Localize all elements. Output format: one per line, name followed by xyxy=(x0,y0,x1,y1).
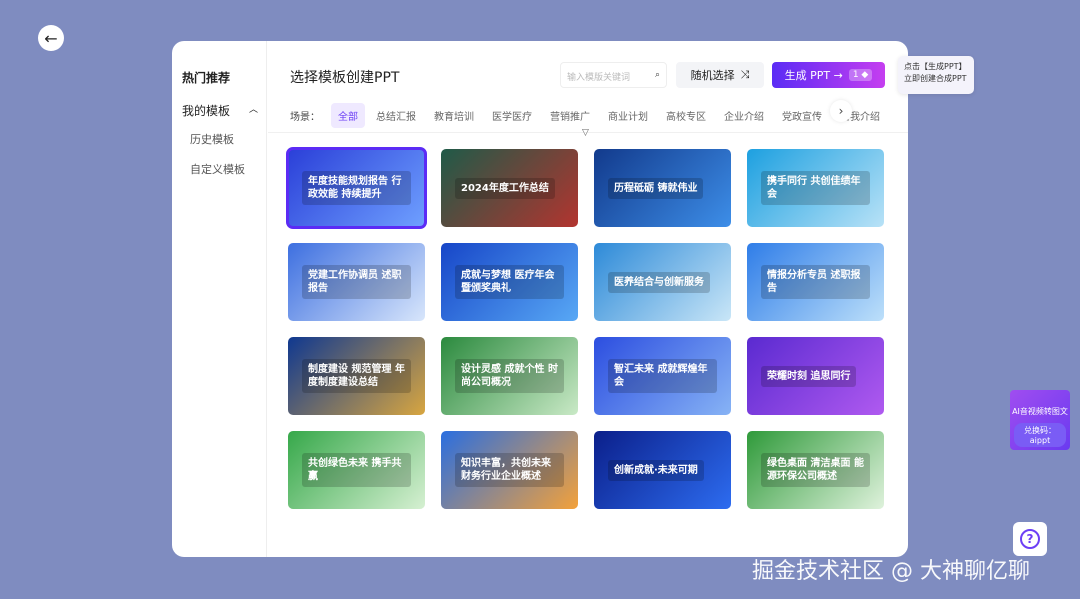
generate-ppt-button[interactable]: 生成 PPT → 1 ◆ xyxy=(772,62,885,88)
template-card[interactable]: 情报分析专员 述职报告 xyxy=(747,243,884,321)
generate-count-badge: 1 ◆ xyxy=(849,69,873,81)
template-card[interactable]: 医养结合与创新服务 xyxy=(594,243,731,321)
template-title: 携手同行 共创佳绩年会 xyxy=(761,171,870,205)
sidebar-group-label: 我的模板 xyxy=(182,102,230,119)
promo-widget[interactable]: AI音视频转图文兑换码：aippt xyxy=(1010,390,1070,450)
sidebar: 热门推荐 我的模板 ︿ 历史模板 自定义模板 xyxy=(172,41,267,557)
template-title: 知识丰富，共创未来 财务行业企业概述 xyxy=(455,453,564,487)
tab-education[interactable]: 教育培训 xyxy=(427,103,481,128)
template-card[interactable]: 成就与梦想 医疗年会暨颁奖典礼 xyxy=(441,243,578,321)
generate-label: 生成 PPT → xyxy=(785,67,843,83)
template-title: 设计灵感 成就个性 时尚公司概况 xyxy=(455,359,564,393)
tooltip-line: 立即创建合成PPT xyxy=(904,73,968,85)
scene-tabs: 场景： 全部 总结汇报 教育培训 医学医疗 营销推广 商业计划 高校专区 企业介… xyxy=(290,103,891,128)
tooltip-line: 点击【生成PPT】 xyxy=(904,61,968,73)
tab-party[interactable]: 党政宣传 xyxy=(775,103,829,128)
sidebar-hot[interactable]: 热门推荐 xyxy=(182,69,266,86)
arrow-left-icon: ← xyxy=(44,29,57,48)
promo-title: AI音视频转图文 xyxy=(1010,406,1070,417)
template-title: 2024年度工作总结 xyxy=(455,178,555,199)
template-title: 共创绿色未来 携手共赢 xyxy=(302,453,411,487)
template-title: 情报分析专员 述职报告 xyxy=(761,265,870,299)
template-card[interactable]: 荣耀时刻 追思同行 xyxy=(747,337,884,415)
template-card[interactable]: 知识丰富，共创未来 财务行业企业概述 xyxy=(441,431,578,509)
template-card[interactable]: 绿色桌面 清洁桌面 能源环保公司概述 xyxy=(747,431,884,509)
template-panel: 热门推荐 我的模板 ︿ 历史模板 自定义模板 选择模板创建PPT 输入模版关键词 ⌕… xyxy=(172,41,908,557)
template-title: 年度技能规划报告 行政效能 持续提升 xyxy=(302,171,411,205)
tab-university[interactable]: 高校专区 xyxy=(659,103,713,128)
generate-tooltip: 点击【生成PPT】立即创建合成PPT xyxy=(898,56,974,94)
random-select-button[interactable]: 随机选择 ⤨ xyxy=(676,62,764,88)
template-title: 绿色桌面 清洁桌面 能源环保公司概述 xyxy=(761,453,870,487)
count: 1 xyxy=(853,70,859,80)
template-card[interactable]: 携手同行 共创佳绩年会 xyxy=(747,149,884,227)
template-card[interactable]: 历程砥砺 铸就伟业 xyxy=(594,149,731,227)
tab-business-plan[interactable]: 商业计划 xyxy=(601,103,655,128)
sidebar-my-templates[interactable]: 我的模板 ︿ xyxy=(182,102,266,119)
template-card[interactable]: 党建工作协调员 述职报告 xyxy=(288,243,425,321)
sidebar-item-custom[interactable]: 自定义模板 xyxy=(190,161,266,177)
promo-code: 兑换码：aippt xyxy=(1014,423,1066,447)
template-grid: 年度技能规划报告 行政效能 持续提升 2024年度工作总结 历程砥砺 铸就伟业 携手同… xyxy=(288,149,884,509)
search-input[interactable]: 输入模版关键词 ⌕ xyxy=(560,62,667,88)
template-card[interactable]: 年度技能规划报告 行政效能 持续提升 xyxy=(288,149,425,227)
expand-tabs-icon[interactable]: ▽ xyxy=(582,128,589,138)
shuffle-icon: ⤨ xyxy=(741,68,750,82)
search-placeholder: 输入模版关键词 xyxy=(567,70,630,80)
random-label: 随机选择 xyxy=(691,67,735,83)
tab-summary[interactable]: 总结汇报 xyxy=(369,103,423,128)
template-card[interactable]: 创新成就·未来可期 xyxy=(594,431,731,509)
template-title: 成就与梦想 医疗年会暨颁奖典礼 xyxy=(455,265,564,299)
template-card[interactable]: 2024年度工作总结 xyxy=(441,149,578,227)
watermark: 掘金技术社区 @ 大神聊亿聊 xyxy=(752,553,1030,585)
template-title: 医养结合与创新服务 xyxy=(608,272,710,293)
template-card[interactable]: 设计灵感 成就个性 时尚公司概况 xyxy=(441,337,578,415)
search-icon[interactable]: ⌕ xyxy=(655,70,660,80)
template-title: 智汇未来 成就辉煌年会 xyxy=(608,359,717,393)
tab-all[interactable]: 全部 xyxy=(331,103,365,128)
back-button[interactable]: ← xyxy=(38,25,64,51)
tabs-next-button[interactable]: › xyxy=(830,100,852,122)
tab-marketing[interactable]: 营销推广 xyxy=(543,103,597,128)
template-card[interactable]: 智汇未来 成就辉煌年会 xyxy=(594,337,731,415)
template-title: 创新成就·未来可期 xyxy=(608,460,704,481)
tab-medical[interactable]: 医学医疗 xyxy=(485,103,539,128)
template-title: 荣耀时刻 追思同行 xyxy=(761,366,856,387)
scene-label: 场景： xyxy=(290,103,327,128)
tab-company[interactable]: 企业介绍 xyxy=(717,103,771,128)
help-button[interactable]: ? xyxy=(1013,522,1047,556)
chevron-up-icon: ︿ xyxy=(249,102,258,119)
template-title: 制度建设 规范管理 年度制度建设总结 xyxy=(302,359,411,393)
template-title: 党建工作协调员 述职报告 xyxy=(302,265,411,299)
template-title: 历程砥砺 铸就伟业 xyxy=(608,178,703,199)
page-title: 选择模板创建PPT xyxy=(290,67,399,87)
sidebar-item-history[interactable]: 历史模板 xyxy=(190,131,266,147)
template-card[interactable]: 共创绿色未来 携手共赢 xyxy=(288,431,425,509)
template-card[interactable]: 制度建设 规范管理 年度制度建设总结 xyxy=(288,337,425,415)
question-icon: ? xyxy=(1020,529,1040,549)
